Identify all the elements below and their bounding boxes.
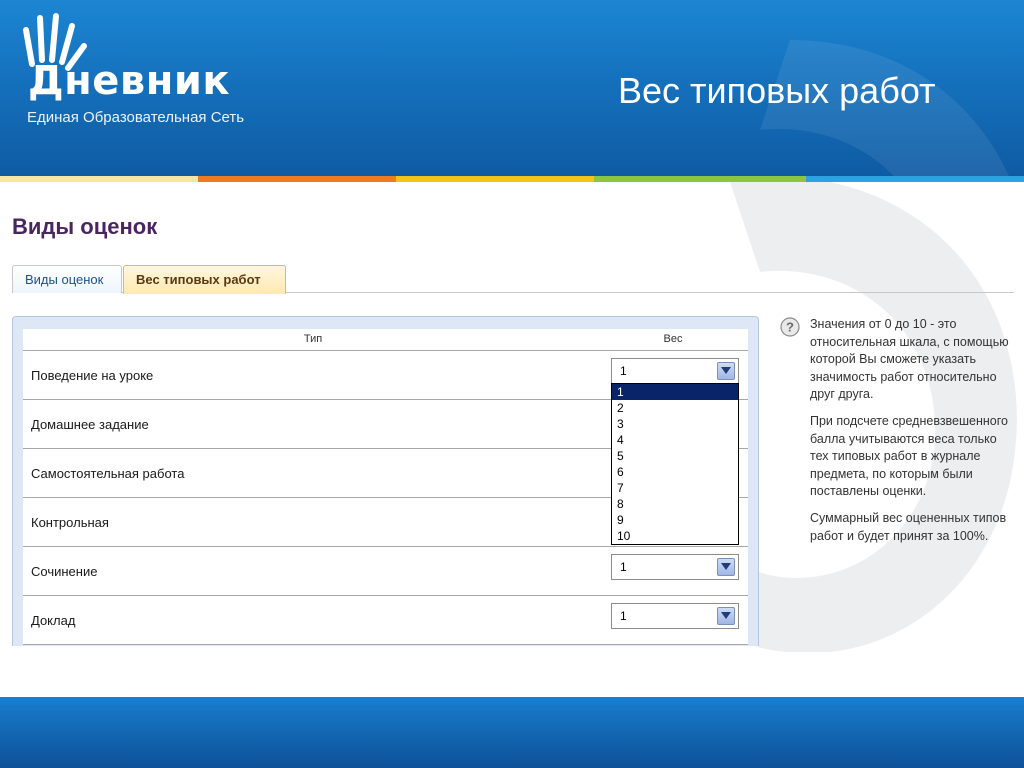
table-header: Тип Вес [23,329,748,351]
stripe-segment [0,176,198,182]
select-value: 1 [620,364,627,378]
footer [0,697,1024,768]
slide-title: Вес типовых работ [618,70,936,111]
header: Дневник Единая Образовательная Сеть Вес … [0,0,1024,176]
svg-text:?: ? [786,320,794,335]
row-label: Доклад [31,613,76,628]
logo-text: Дневник [28,58,231,104]
help-paragraph: Значения от 0 до 10 - это относительная … [810,317,1009,402]
weight-dropdown-list[interactable]: 1 2 3 4 5 6 7 8 9 10 [611,383,739,545]
weight-select[interactable]: 1 [611,554,739,580]
page-title: Виды оценок [12,214,158,239]
dropdown-option[interactable]: 9 [612,512,738,528]
dropdown-option[interactable]: 6 [612,464,738,480]
dropdown-option[interactable]: 5 [612,448,738,464]
dropdown-option[interactable]: 1 [612,384,738,400]
row-label: Самостоятельная работа [31,466,185,481]
tab-grade-types[interactable]: Виды оценок [12,265,122,293]
row-label: Сочинение [31,564,98,579]
column-header-type: Тип [303,333,323,345]
table-row: Сочинение 1 [23,547,748,596]
dropdown-option[interactable]: 2 [612,400,738,416]
tab-work-weights[interactable]: Вес типовых работ [123,265,286,294]
tab-bar: Виды оценок Вес типовых работ [12,265,1014,294]
dropdown-option[interactable]: 8 [612,496,738,512]
help-icon[interactable]: ? [780,317,800,337]
weight-select[interactable]: 1 [611,358,739,384]
table-row: Доклад 1 [23,596,748,645]
weight-select[interactable]: 1 [611,603,739,629]
dropdown-option[interactable]: 3 [612,416,738,432]
row-label: Контрольная [31,515,109,530]
column-header-weight: Вес [663,333,683,345]
stripe-segment [198,176,396,182]
chevron-down-icon[interactable] [717,558,735,576]
select-value: 1 [620,560,627,574]
chevron-down-icon[interactable] [717,607,735,625]
help-paragraph: Суммарный вес оцененных типов работ и бу… [810,510,1007,543]
dropdown-option[interactable]: 4 [612,432,738,448]
dropdown-option[interactable]: 10 [612,528,738,544]
help-text: Значения от 0 до 10 - это относительная … [810,316,1015,554]
logo-subtitle: Единая Образовательная Сеть [27,109,245,126]
chevron-down-icon[interactable] [717,362,735,380]
row-label: Поведение на уроке [31,368,154,383]
dropdown-option[interactable]: 7 [612,480,738,496]
row-label: Домашнее задание [31,417,149,432]
help-paragraph: При подсчете средневзвешенного балла учи… [810,413,1008,499]
select-value: 1 [620,609,627,623]
slide: Дневник Единая Образовательная Сеть Вес … [0,0,1024,768]
